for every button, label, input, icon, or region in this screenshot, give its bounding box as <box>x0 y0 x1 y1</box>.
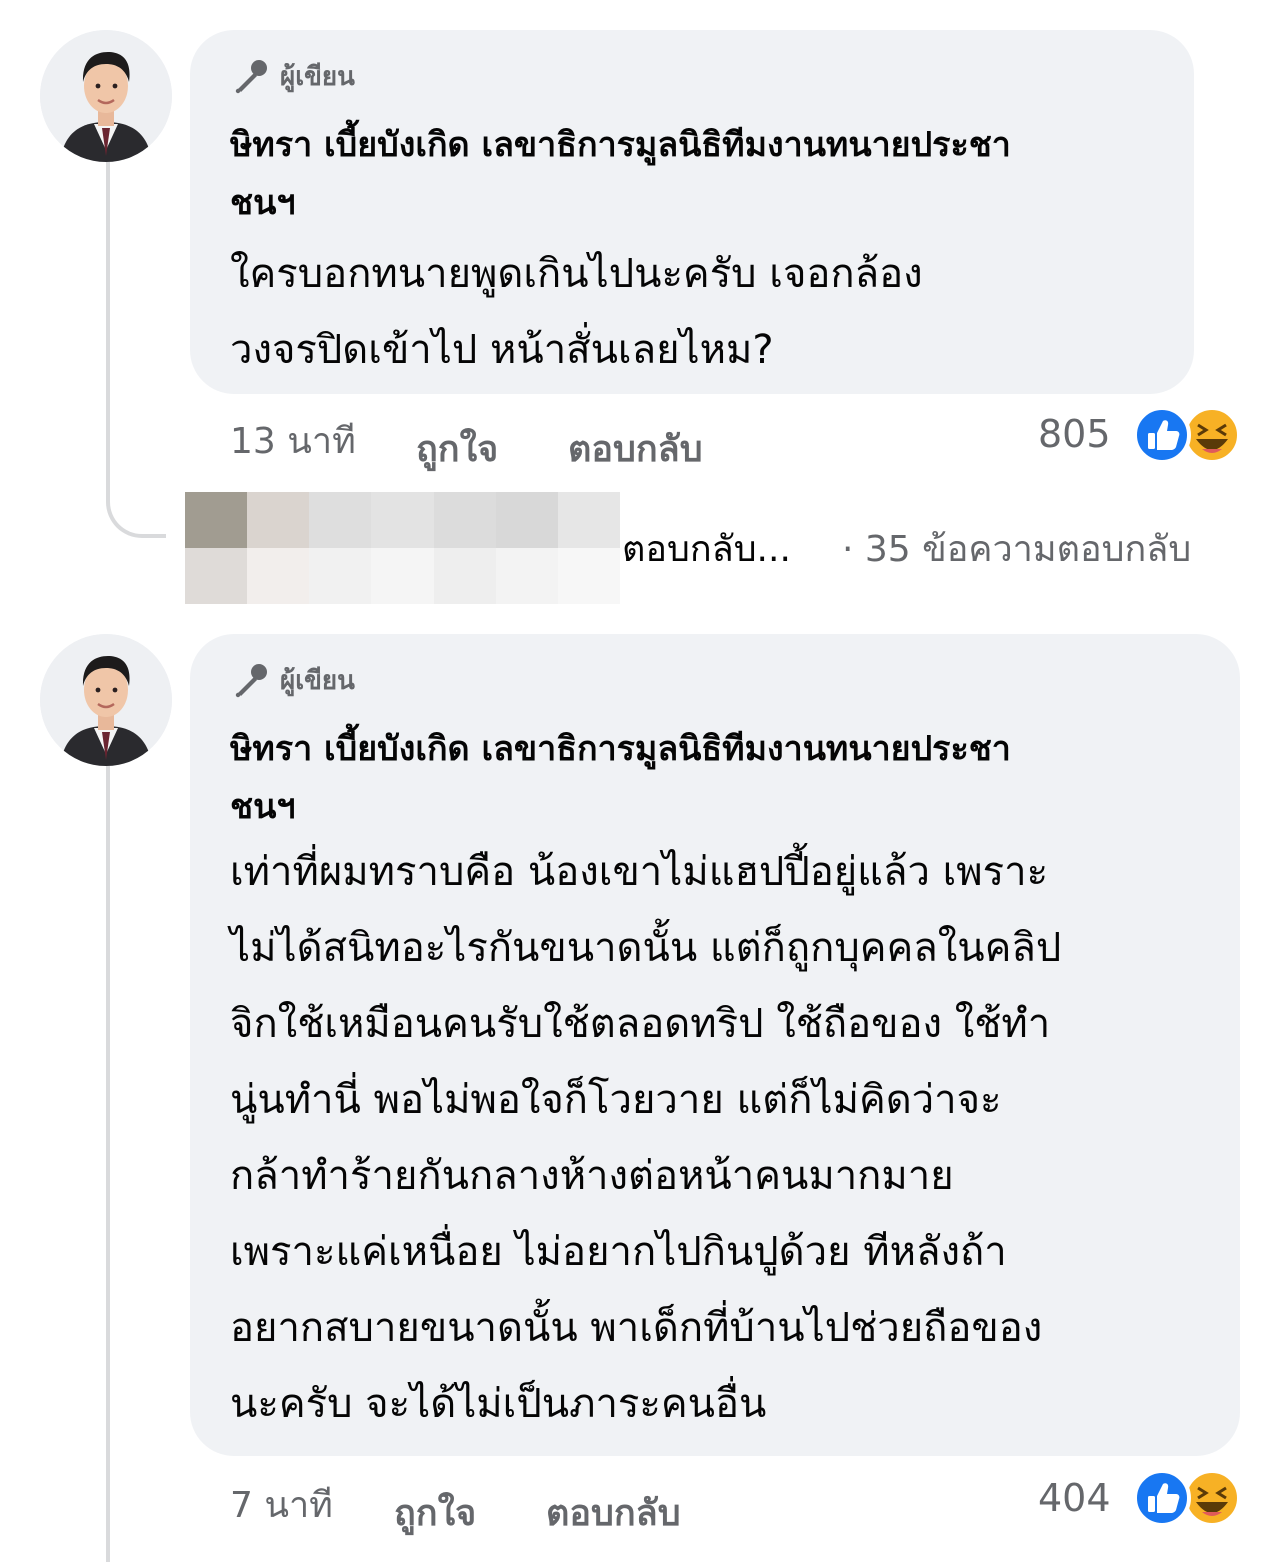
reactions-summary[interactable] <box>1132 405 1244 465</box>
author-badge-label: ผู้เขียน <box>280 665 355 696</box>
author-badge: ผู้เขียน <box>232 662 355 698</box>
view-replies-link[interactable]: ตอบกลับ... <box>622 520 791 577</box>
author-photo <box>40 634 172 766</box>
like-icon <box>1133 406 1191 464</box>
comment-line: เพราะแค่เหนื่อย ไม่อยากไปกินปูด้วย ทีหลั… <box>230 1229 1007 1275</box>
comment-text: ใครบอกทนายพูดเกินไปนะครับ เจอกล้อง วงจรป… <box>230 236 923 388</box>
blurred-tile <box>557 492 620 548</box>
blurred-tile <box>433 492 496 548</box>
reply-button[interactable]: ตอบกลับ <box>568 420 703 477</box>
comment-line: ใครบอกทนายพูดเกินไปนะครับ เจอกล้อง <box>230 251 923 297</box>
thread-line-curve <box>106 470 166 538</box>
author-photo <box>40 30 172 162</box>
comment-line: นู่นทำนี่ พอไม่พอใจก็โวยวาย แต่ก็ไม่คิดว… <box>230 1077 1002 1123</box>
comment-time[interactable]: 7 นาที <box>230 1476 333 1533</box>
comment-line: กล้าทำร้ายกันกลางห้างต่อหน้าคนมากมาย <box>230 1153 954 1199</box>
like-button[interactable]: ถูกใจ <box>416 420 498 477</box>
blurred-tile <box>185 548 248 604</box>
author-name-line: ษิทรา เบี้ยบังเกิด เลขาธิการมูลนิธิทีมงา… <box>230 125 1011 165</box>
microphone-icon <box>235 664 267 698</box>
comment-bubble: ผู้เขียน ษิทรา เบี้ยบังเกิด เลขาธิการมูล… <box>190 30 1194 394</box>
author-name[interactable]: ษิทรา เบี้ยบังเกิด เลขาธิการมูลนิธิทีมงา… <box>230 720 1011 836</box>
reaction-count[interactable]: 404 <box>1038 1476 1111 1520</box>
replier-avatars-blurred[interactable] <box>185 492 620 604</box>
avatar[interactable] <box>40 634 172 766</box>
reaction-count[interactable]: 805 <box>1038 412 1111 456</box>
haha-icon <box>1183 1469 1241 1527</box>
microphone-icon <box>235 60 267 94</box>
comment-line: วงจรปิดเข้าไป หน้าสั่นเลยไหม? <box>230 327 774 373</box>
comment-line: อยากสบายขนาดนั้น พาเด็กที่บ้านไปช่วยถือข… <box>230 1305 1043 1351</box>
comment-time[interactable]: 13 นาที <box>230 412 356 469</box>
avatar[interactable] <box>40 30 172 162</box>
comment-line: เท่าที่ผมทราบคือ น้องเขาไม่แฮปปี้อยู่แล้… <box>230 849 1049 895</box>
author-name-line: ชนฯ <box>230 183 296 223</box>
reactions-summary[interactable] <box>1132 1468 1244 1528</box>
blurred-tile <box>309 548 372 604</box>
thread-line-top <box>106 160 110 490</box>
blurred-tile <box>371 492 434 548</box>
author-badge-label: ผู้เขียน <box>280 61 355 92</box>
thread-line-bottom <box>106 764 110 1562</box>
blurred-tile <box>247 548 310 604</box>
blurred-tile <box>495 548 558 604</box>
like-button[interactable]: ถูกใจ <box>394 1484 476 1541</box>
like-icon <box>1133 1469 1191 1527</box>
blurred-tile <box>495 492 558 548</box>
blurred-tile <box>371 548 434 604</box>
blurred-tile <box>557 548 620 604</box>
blurred-tile <box>185 492 248 548</box>
author-name[interactable]: ษิทรา เบี้ยบังเกิด เลขาธิการมูลนิธิทีมงา… <box>230 116 1011 232</box>
author-badge: ผู้เขียน <box>232 58 355 94</box>
comment-bubble: ผู้เขียน ษิทรา เบี้ยบังเกิด เลขาธิการมูล… <box>190 634 1240 1456</box>
comment-line: ไม่ได้สนิทอะไรกันขนาดนั้น แต่ก็ถูกบุคคลใ… <box>230 925 1062 971</box>
comment-line: นะครับ จะได้ไม่เป็นภาระคนอื่น <box>230 1381 767 1427</box>
haha-icon <box>1183 406 1241 464</box>
comment-line: จิกใช้เหมือนคนรับใช้ตลอดทริป ใช้ถือของ ใ… <box>230 1001 1051 1047</box>
blurred-tile <box>309 492 372 548</box>
author-name-line: ชนฯ <box>230 787 296 827</box>
replies-count[interactable]: · 35 ข้อความตอบกลับ <box>842 520 1191 577</box>
comment-text: เท่าที่ผมทราบคือ น้องเขาไม่แฮปปี้อยู่แล้… <box>230 834 1061 1442</box>
reply-button[interactable]: ตอบกลับ <box>546 1484 681 1541</box>
blurred-tile <box>247 492 310 548</box>
blurred-tile <box>433 548 496 604</box>
author-name-line: ษิทรา เบี้ยบังเกิด เลขาธิการมูลนิธิทีมงา… <box>230 729 1011 769</box>
